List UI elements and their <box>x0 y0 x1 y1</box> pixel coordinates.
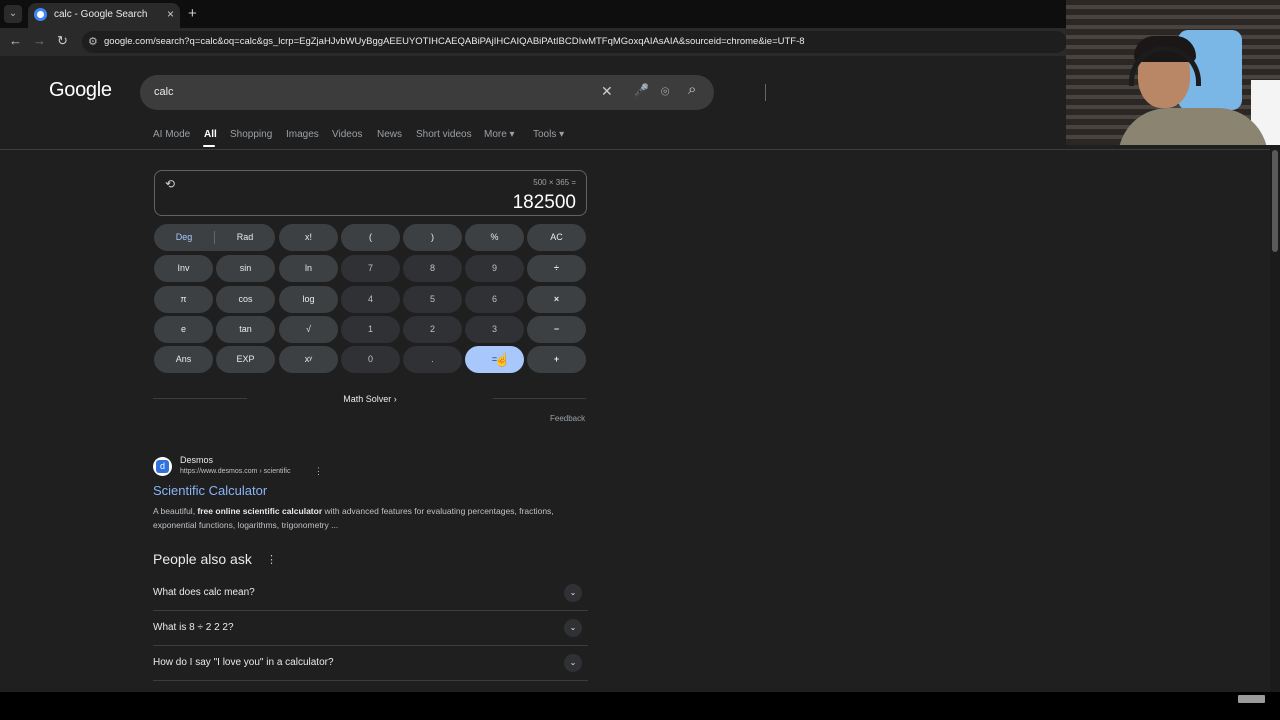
chevron-down-icon[interactable]: ⌄ <box>564 619 582 637</box>
tab-title: calc - Google Search <box>54 9 148 20</box>
plus-button[interactable]: + <box>527 346 586 373</box>
right-paren-button[interactable]: ) <box>403 224 462 251</box>
paa-question[interactable]: How do I say "I love you" in a calculato… <box>153 646 588 681</box>
calculator-result: 182500 <box>512 192 576 213</box>
deg-rad-toggle[interactable]: Deg Rad <box>154 224 275 251</box>
feedback-link[interactable]: Feedback <box>550 414 585 423</box>
chevron-down-icon[interactable]: ⌄ <box>564 654 582 672</box>
screen: ⌄ calc - Google Search × + ← → ↻ ⚙ googl… <box>0 0 1280 720</box>
tab-close-button[interactable]: × <box>167 7 174 21</box>
page-scrollbar[interactable] <box>1270 145 1280 692</box>
site-info-icon[interactable]: ⚙ <box>88 35 98 48</box>
result-title-link[interactable]: Scientific Calculator <box>153 483 267 498</box>
active-tab[interactable]: calc - Google Search × <box>28 3 180 28</box>
tab-short-videos[interactable]: Short videos <box>416 129 472 140</box>
active-tab-indicator <box>203 145 215 147</box>
tab-ai-mode[interactable]: AI Mode <box>153 129 190 140</box>
left-paren-button[interactable]: ( <box>341 224 400 251</box>
ln-button[interactable]: ln <box>279 255 338 282</box>
google-favicon-icon <box>34 8 47 21</box>
paa-more-icon[interactable]: ⋮ <box>266 553 277 566</box>
webcam-overlay <box>1066 0 1280 145</box>
result-more-icon[interactable]: ⋮ <box>314 466 323 477</box>
inverse-button[interactable]: Inv <box>154 255 213 282</box>
snippet-text: A beautiful, <box>153 506 198 516</box>
multiply-button[interactable]: × <box>527 286 586 313</box>
digit-4-button[interactable]: 4 <box>341 286 400 313</box>
google-logo[interactable]: Google <box>49 79 112 102</box>
digit-9-button[interactable]: 9 <box>465 255 524 282</box>
sin-button[interactable]: sin <box>216 255 275 282</box>
header-divider <box>0 149 1270 150</box>
exp-button[interactable]: EXP <box>216 346 275 373</box>
paa-question[interactable]: What does calc mean? ⌄ <box>153 576 588 611</box>
paa-question[interactable]: What is 8 ÷ 2 2 2? ⌄ <box>153 611 588 646</box>
tab-shopping[interactable]: Shopping <box>230 129 272 140</box>
paa-question-text: What is 8 ÷ 2 2 2? <box>153 622 234 633</box>
tab-news[interactable]: News <box>377 129 402 140</box>
scrollbar-thumb[interactable] <box>1272 150 1278 252</box>
bottom-bar <box>0 692 1280 720</box>
result-site-name[interactable]: Desmos <box>180 455 213 465</box>
minus-button[interactable]: − <box>527 316 586 343</box>
desmos-favicon-letter: d <box>156 460 169 473</box>
digit-7-button[interactable]: 7 <box>341 255 400 282</box>
people-also-ask-heading: People also ask <box>153 551 252 567</box>
decimal-button[interactable]: . <box>403 346 462 373</box>
percent-button[interactable]: % <box>465 224 524 251</box>
lens-icon[interactable]: ⌾ <box>661 83 669 100</box>
hand-cursor-icon: ☝ <box>494 352 511 367</box>
search-divider <box>765 84 766 101</box>
tab-videos[interactable]: Videos <box>332 129 362 140</box>
search-icon[interactable]: ⌕ <box>688 81 696 98</box>
clear-icon[interactable]: ✕ <box>601 83 613 100</box>
math-solver-button[interactable]: Math Solver › <box>247 388 493 410</box>
address-bar[interactable]: ⚙ google.com/search?q=calc&oq=calc&gs_lc… <box>82 31 1067 53</box>
mic-icon[interactable]: 🎤 <box>634 83 649 97</box>
result-url[interactable]: https://www.desmos.com › scientific <box>180 468 290 475</box>
euler-button[interactable]: e <box>154 316 213 343</box>
digit-8-button[interactable]: 8 <box>403 255 462 282</box>
new-tab-button[interactable]: + <box>188 5 197 22</box>
calculator-display: ⟲ 500 × 365 = 182500 <box>154 170 587 216</box>
paa-question-text: What does calc mean? <box>153 587 255 598</box>
search-input[interactable] <box>154 86 554 98</box>
factorial-button[interactable]: x! <box>279 224 338 251</box>
search-box[interactable]: ✕ 🎤 ⌾ ⌕ <box>140 75 766 110</box>
deg-button[interactable]: Deg <box>154 224 214 251</box>
digit-2-button[interactable]: 2 <box>403 316 462 343</box>
paa-question-text: How do I say "I love you" in a calculato… <box>153 657 334 668</box>
calculator-expression: 500 × 365 = <box>533 178 576 187</box>
desmos-favicon-icon: d <box>153 457 172 476</box>
tab-all[interactable]: All <box>204 129 217 140</box>
cos-button[interactable]: cos <box>216 286 275 313</box>
reload-button[interactable]: ↻ <box>57 33 68 49</box>
digit-5-button[interactable]: 5 <box>403 286 462 313</box>
snippet-bold: free online scientific calculator <box>197 506 323 516</box>
divide-button[interactable]: ÷ <box>527 255 586 282</box>
tab-images[interactable]: Images <box>286 129 319 140</box>
sqrt-button[interactable]: √ <box>279 316 338 343</box>
url-text[interactable]: google.com/search?q=calc&oq=calc&gs_lcrp… <box>104 36 805 47</box>
pi-button[interactable]: π <box>154 286 213 313</box>
bottom-indicator <box>1238 695 1265 703</box>
digit-6-button[interactable]: 6 <box>465 286 524 313</box>
tab-more[interactable]: More ▾ <box>484 129 515 140</box>
tab-search-button[interactable]: ⌄ <box>4 5 22 23</box>
back-button[interactable]: ← <box>9 33 22 48</box>
tab-tools[interactable]: Tools ▾ <box>533 129 564 140</box>
history-icon[interactable]: ⟲ <box>165 177 175 191</box>
chevron-down-icon[interactable]: ⌄ <box>564 584 582 602</box>
result-snippet: A beautiful, free online scientific calc… <box>153 504 573 532</box>
forward-button[interactable]: → <box>33 33 46 48</box>
digit-3-button[interactable]: 3 <box>465 316 524 343</box>
power-button[interactable]: xʸ <box>279 346 338 373</box>
rad-button[interactable]: Rad <box>215 224 275 251</box>
tan-button[interactable]: tan <box>216 316 275 343</box>
digit-1-button[interactable]: 1 <box>341 316 400 343</box>
clear-all-button[interactable]: AC <box>527 224 586 251</box>
log-button[interactable]: log <box>279 286 338 313</box>
digit-0-button[interactable]: 0 <box>341 346 400 373</box>
ans-button[interactable]: Ans <box>154 346 213 373</box>
